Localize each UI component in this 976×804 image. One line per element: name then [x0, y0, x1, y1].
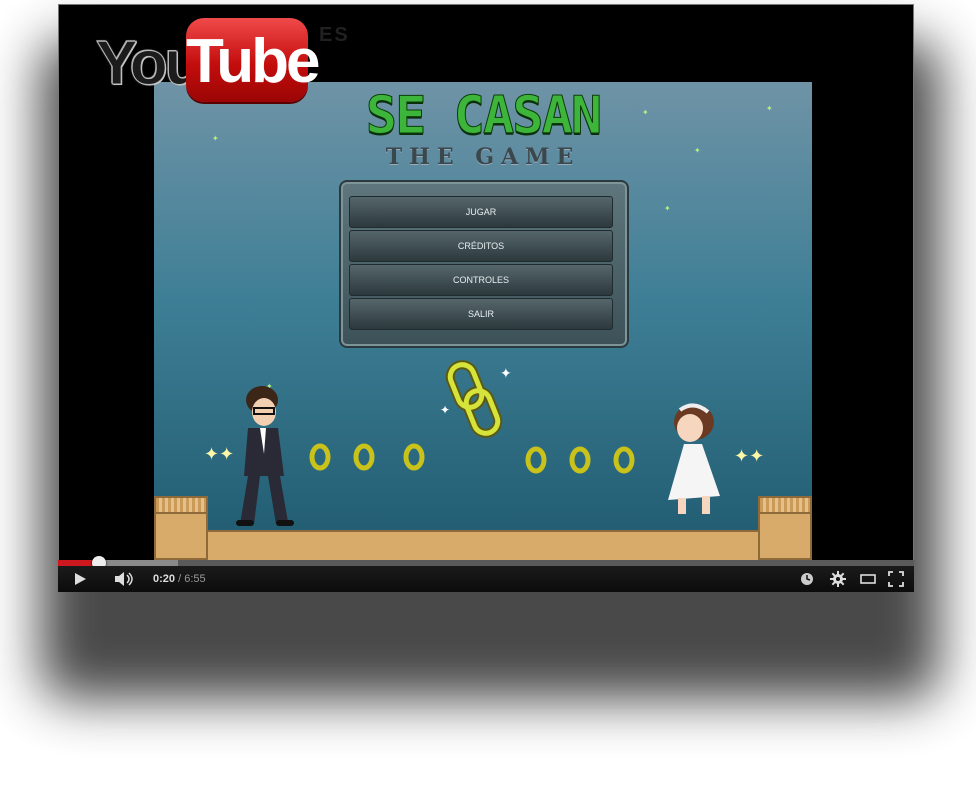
menu-button-controles[interactable]: CONTROLES — [349, 264, 613, 296]
svg-text:✦: ✦ — [440, 403, 450, 417]
current-time: 0:20 — [153, 573, 176, 585]
watch-later-button[interactable] — [798, 570, 816, 588]
gold-ring-icon — [403, 443, 425, 471]
gold-ring-icon — [569, 446, 591, 474]
sparkle-icon: ✦✦ — [204, 444, 235, 464]
stone-pillar-right — [758, 496, 812, 560]
chain-link-icon: ✦ ✦ — [440, 360, 512, 438]
gold-ring-icon — [353, 443, 375, 471]
stone-pillar-left — [154, 496, 208, 560]
theater-mode-icon — [860, 574, 876, 584]
bride-character — [668, 403, 720, 514]
clock-icon — [801, 573, 813, 585]
fullscreen-icon — [888, 571, 904, 587]
volume-button[interactable] — [112, 570, 136, 588]
star: ✦ — [664, 204, 671, 213]
logo-you-text: You — [96, 29, 203, 99]
fullscreen-button[interactable] — [886, 570, 906, 588]
video-frame[interactable]: ✦ ✦ ✦ ✦ ✦ ✦ SE CASAN THE GAME JUGAR CRÉD… — [154, 82, 812, 560]
gear-icon — [830, 571, 846, 587]
menu-button-jugar[interactable]: JUGAR — [349, 196, 613, 228]
play-button[interactable] — [70, 570, 90, 588]
game-menu: JUGAR CRÉDITOS CONTROLES SALIR — [339, 180, 629, 348]
ground-platform — [208, 530, 758, 560]
duration: 6:55 — [184, 573, 206, 585]
gold-ring-icon — [525, 446, 547, 474]
logo-tube-text: Tube — [186, 27, 321, 96]
youtube-logo: You Tube ES — [96, 14, 416, 106]
play-icon — [75, 573, 86, 585]
control-bar: 0:20 / 6:55 — [58, 566, 914, 592]
menu-button-salir[interactable]: SALIR — [349, 298, 613, 330]
sparkle-icon: ✦✦ — [734, 446, 765, 466]
logo-tube-box: Tube — [186, 18, 321, 102]
locale-label: ES — [319, 24, 350, 46]
time-display: 0:20 / 6:55 — [153, 573, 206, 585]
settings-button[interactable] — [828, 570, 848, 588]
time-separator: / — [178, 573, 182, 585]
volume-icon — [115, 572, 133, 586]
theater-mode-button[interactable] — [858, 570, 878, 588]
menu-button-creditos[interactable]: CRÉDITOS — [349, 230, 613, 262]
video-player[interactable]: ✦ ✦ ✦ ✦ ✦ ✦ SE CASAN THE GAME JUGAR CRÉD… — [58, 4, 914, 592]
game-subtitle: THE GAME — [385, 144, 581, 170]
svg-text:✦: ✦ — [500, 365, 512, 381]
gold-ring-icon — [613, 446, 635, 474]
gold-ring-icon — [309, 443, 331, 471]
groom-character — [236, 386, 294, 526]
